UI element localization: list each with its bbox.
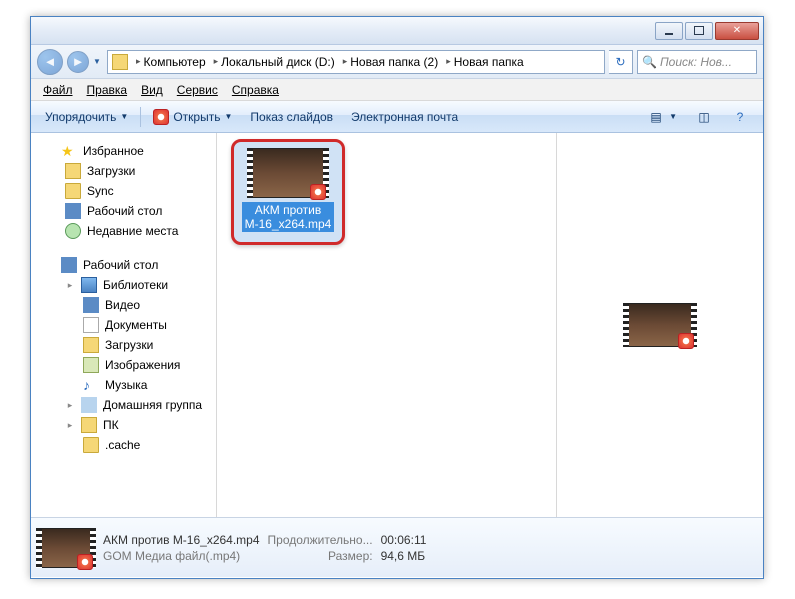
- menu-view[interactable]: Вид: [135, 81, 169, 99]
- tree-pictures[interactable]: Изображения: [31, 355, 216, 375]
- details-duration: 00:06:11: [381, 533, 427, 547]
- breadcrumb-segment[interactable]: ▸Локальный диск (D:): [210, 51, 339, 73]
- document-icon: [83, 317, 99, 333]
- maximize-button[interactable]: [685, 22, 713, 40]
- tree-music[interactable]: ♪Музыка: [31, 375, 216, 395]
- minimize-button[interactable]: [655, 22, 683, 40]
- toolbar-separator: [140, 107, 141, 127]
- forward-button[interactable]: ►: [67, 51, 89, 73]
- folder-icon: [83, 437, 99, 453]
- selected-file-highlight: АКМ противМ-16_x264.mp4: [231, 139, 345, 245]
- details-thumbnail: [41, 528, 91, 568]
- help-button[interactable]: ?: [723, 104, 757, 130]
- tree-video[interactable]: Видео: [31, 295, 216, 315]
- refresh-button[interactable]: ↻: [609, 50, 633, 74]
- tree-downloads[interactable]: Загрузки: [31, 161, 216, 181]
- pictures-icon: [83, 357, 99, 373]
- details-filetype: GOM Медиа файл(.mp4): [103, 549, 260, 563]
- file-list[interactable]: АКМ противМ-16_x264.mp4: [221, 133, 557, 517]
- search-icon: 🔍: [642, 55, 657, 69]
- file-thumbnail: [252, 148, 324, 198]
- open-button[interactable]: Открыть▼: [145, 105, 240, 129]
- gom-overlay-icon: [77, 554, 93, 570]
- tree-desktop-root[interactable]: Рабочий стол: [31, 255, 216, 275]
- body: ★Избранное Загрузки Sync Рабочий стол Не…: [31, 133, 763, 517]
- libraries-icon: [81, 277, 97, 293]
- gom-icon: [153, 109, 169, 125]
- desktop-icon: [61, 257, 77, 273]
- breadcrumb-segment[interactable]: ▸Новая папка: [442, 51, 527, 73]
- view-icon: ▤: [647, 108, 665, 126]
- titlebar: [31, 17, 763, 45]
- video-icon: [83, 297, 99, 313]
- music-icon: ♪: [83, 377, 99, 393]
- breadcrumb-bar[interactable]: ▸Компьютер ▸Локальный диск (D:) ▸Новая п…: [107, 50, 605, 74]
- gom-overlay-icon: [678, 333, 694, 349]
- details-filename: АКМ против М-16_x264.mp4: [103, 533, 260, 547]
- tree-downloads2[interactable]: Загрузки: [31, 335, 216, 355]
- breadcrumb-label: Новая папка (2): [350, 55, 438, 69]
- details-size-label: Размер:: [268, 549, 373, 563]
- breadcrumb-label: Локальный диск (D:): [221, 55, 335, 69]
- menu-help[interactable]: Справка: [226, 81, 285, 99]
- back-button[interactable]: ◄: [37, 49, 63, 75]
- breadcrumb-segment[interactable]: ▸Новая папка (2): [339, 51, 442, 73]
- folder-icon: [65, 163, 81, 179]
- address-bar-row: ◄ ► ▼ ▸Компьютер ▸Локальный диск (D:) ▸Н…: [31, 45, 763, 79]
- tree-libraries[interactable]: ▸Библиотеки: [31, 275, 216, 295]
- view-mode-button[interactable]: ▤▼: [639, 104, 685, 130]
- homegroup-icon: [81, 397, 97, 413]
- recent-icon: [65, 223, 81, 239]
- preview-thumbnail: [628, 303, 692, 347]
- details-duration-label: Продолжительно...: [268, 533, 373, 547]
- tree-pc[interactable]: ▸ПК: [31, 415, 216, 435]
- desktop-icon: [65, 203, 81, 219]
- toolbar: Упорядочить▼ Открыть▼ Показ слайдов Элек…: [31, 101, 763, 133]
- gom-overlay-icon: [310, 184, 326, 200]
- menu-edit[interactable]: Правка: [81, 81, 134, 99]
- tree-homegroup[interactable]: ▸Домашняя группа: [31, 395, 216, 415]
- preview-pane: [557, 133, 763, 517]
- search-placeholder: Поиск: Нов...: [660, 55, 732, 69]
- details-size: 94,6 МБ: [381, 549, 427, 563]
- tree-desktop[interactable]: Рабочий стол: [31, 201, 216, 221]
- help-icon: ?: [731, 108, 749, 126]
- content-wrap: АКМ противМ-16_x264.mp4: [221, 133, 763, 517]
- tree-cache[interactable]: .cache: [31, 435, 216, 455]
- email-button[interactable]: Электронная почта: [343, 106, 466, 128]
- tree-documents[interactable]: Документы: [31, 315, 216, 335]
- folder-icon: [83, 337, 99, 353]
- close-button[interactable]: [715, 22, 759, 40]
- folder-icon: [65, 183, 81, 199]
- star-icon: ★: [61, 143, 77, 159]
- menu-bar: Файл Правка Вид Сервис Справка: [31, 79, 763, 101]
- details-pane: АКМ против М-16_x264.mp4 Продолжительно.…: [31, 517, 763, 577]
- preview-pane-button[interactable]: ◫: [687, 104, 721, 130]
- menu-tools[interactable]: Сервис: [171, 81, 224, 99]
- search-input[interactable]: 🔍 Поиск: Нов...: [637, 50, 757, 74]
- navigation-pane[interactable]: ★Избранное Загрузки Sync Рабочий стол Не…: [31, 133, 217, 517]
- slideshow-button[interactable]: Показ слайдов: [242, 106, 341, 128]
- breadcrumb-label: Компьютер: [144, 55, 206, 69]
- breadcrumb-label: Новая папка: [454, 55, 524, 69]
- tree-recent[interactable]: Недавние места: [31, 221, 216, 241]
- menu-file[interactable]: Файл: [37, 81, 79, 99]
- organize-button[interactable]: Упорядочить▼: [37, 106, 136, 128]
- file-tile[interactable]: АКМ противМ-16_x264.mp4: [242, 148, 334, 232]
- tree-favorites[interactable]: ★Избранное: [31, 141, 216, 161]
- explorer-window: ◄ ► ▼ ▸Компьютер ▸Локальный диск (D:) ▸Н…: [30, 16, 764, 579]
- breadcrumb-segment[interactable]: ▸Компьютер: [132, 51, 210, 73]
- file-name: АКМ противМ-16_x264.mp4: [242, 202, 334, 232]
- nav-history-dropdown[interactable]: ▼: [93, 57, 103, 66]
- preview-pane-icon: ◫: [695, 108, 713, 126]
- folder-icon: [112, 54, 128, 70]
- tree-sync[interactable]: Sync: [31, 181, 216, 201]
- user-icon: [81, 417, 97, 433]
